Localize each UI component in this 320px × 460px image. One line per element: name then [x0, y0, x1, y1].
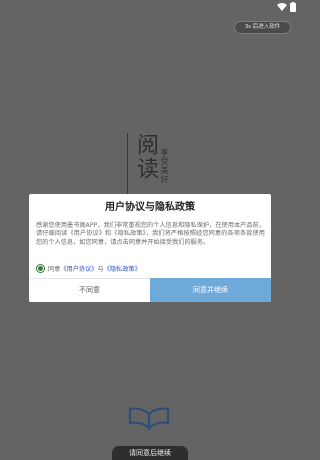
skip-countdown-button[interactable]: 3s 后进入软件	[234, 21, 291, 34]
radio-checked-dot	[38, 265, 43, 271]
status-bar	[0, 0, 300, 14]
status-icons	[277, 2, 296, 12]
toast-message: 请同意后继续	[112, 446, 188, 460]
battery-icon	[290, 2, 296, 12]
agree-continue-button[interactable]: 同意并继续	[150, 278, 271, 302]
consent-prefix: 同意	[48, 265, 61, 273]
consent-radio[interactable]	[36, 263, 45, 273]
dialog-body-text: 感谢您使用墨书阁APP，我们非常重视您的个人信息和隐私保护，在使用本产品前，请仔…	[36, 222, 265, 246]
dialog-button-row: 不同意 同意并继续	[29, 278, 271, 302]
privacy-dialog: 用户协议与隐私政策 感谢您使用墨书阁APP，我们非常重视您的个人信息和隐私保护，…	[29, 194, 271, 302]
splash-title: 阅读	[133, 133, 158, 181]
consent-row: 同意 《用户协议》 与 《隐私政策》	[36, 263, 264, 273]
dialog-title: 用户协议与隐私政策	[105, 202, 195, 213]
privacy-policy-link[interactable]: 《隐私政策》	[104, 264, 141, 273]
open-book-icon	[127, 404, 171, 431]
splash-divider	[127, 133, 128, 195]
wifi-icon	[277, 3, 287, 11]
splash-slogan: 享受美好	[160, 148, 169, 184]
disagree-button[interactable]: 不同意	[29, 278, 150, 302]
user-agreement-link[interactable]: 《用户协议》	[60, 264, 97, 273]
